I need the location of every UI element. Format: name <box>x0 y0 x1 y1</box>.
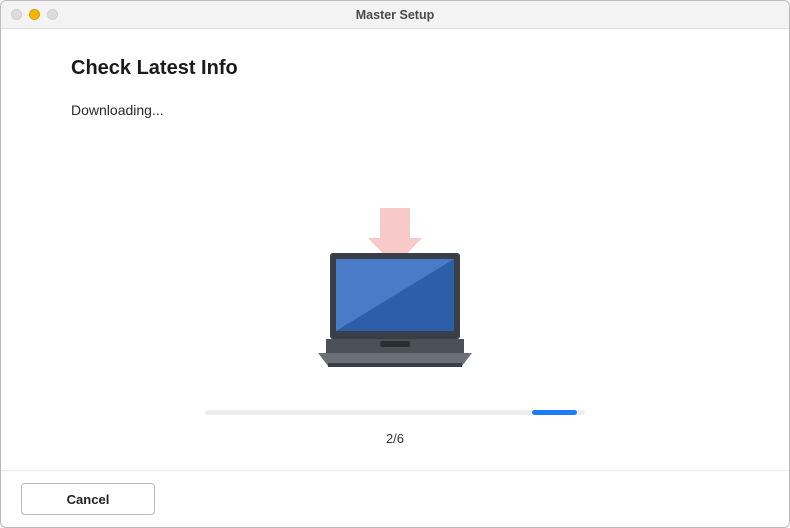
progress-fill <box>532 410 578 415</box>
progress-track <box>205 410 585 415</box>
traffic-lights <box>11 9 58 20</box>
maximize-window-button[interactable] <box>47 9 58 20</box>
close-window-button[interactable] <box>11 9 22 20</box>
cancel-button[interactable]: Cancel <box>21 483 155 515</box>
footer: Cancel <box>1 470 789 527</box>
page-heading: Check Latest Info <box>71 57 719 80</box>
illustration <box>71 208 719 376</box>
titlebar: Master Setup <box>1 1 789 29</box>
window-title: Master Setup <box>1 8 789 22</box>
status-text: Downloading... <box>71 102 719 118</box>
laptop-download-illustration <box>310 208 480 376</box>
step-counter: 2/6 <box>71 431 719 446</box>
window: Master Setup Check Latest Info Downloadi… <box>0 0 790 528</box>
progress-bar-row <box>71 410 719 415</box>
laptop-icon <box>318 253 472 367</box>
minimize-window-button[interactable] <box>29 9 40 20</box>
content-area: Check Latest Info Downloading... <box>1 29 789 470</box>
